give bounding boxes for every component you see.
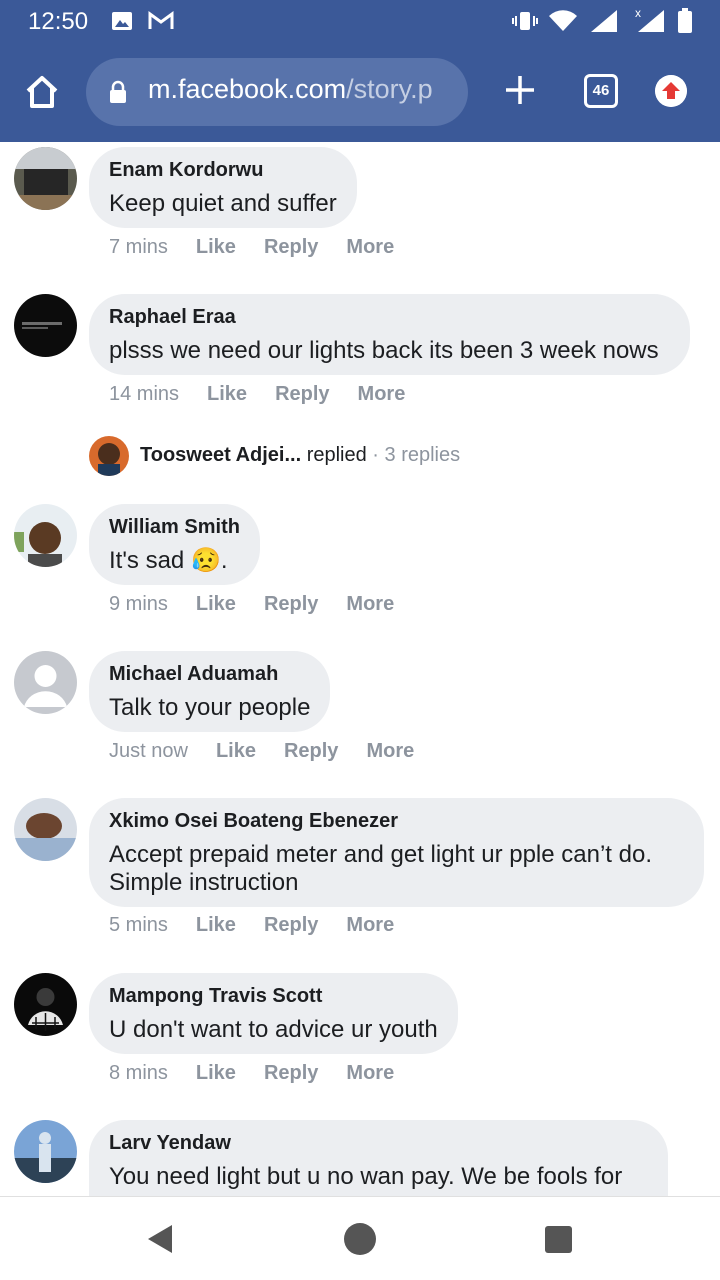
browser-toolbar: m.facebook.com/story.p 46	[0, 42, 720, 142]
like-button[interactable]: Like	[216, 740, 256, 762]
comment-time[interactable]: Just now	[109, 740, 188, 762]
comment-actions: 14 mins Like Reply More	[109, 383, 433, 406]
comment-actions: 8 mins Like Reply More	[109, 1062, 422, 1085]
comment-text: U don't want to advice ur youth	[109, 1016, 438, 1043]
comment-author[interactable]: Michael Aduamah	[109, 662, 310, 686]
signal-x-icon: x	[635, 6, 664, 32]
avatar[interactable]	[14, 1120, 77, 1183]
more-button[interactable]: More	[346, 1062, 394, 1084]
address-bar[interactable]: m.facebook.com/story.p	[86, 58, 468, 126]
comment-text: It's sad 😥.	[109, 547, 228, 574]
url-text[interactable]: m.facebook.com/story.p	[148, 74, 458, 105]
avatar[interactable]	[14, 504, 77, 567]
avatar[interactable]	[14, 294, 77, 357]
battery-icon	[678, 8, 692, 33]
recents-icon[interactable]	[545, 1226, 572, 1253]
more-button[interactable]: More	[346, 914, 394, 936]
more-button[interactable]: More	[366, 740, 414, 762]
comment-author[interactable]: Enam Kordorwu	[109, 158, 337, 182]
avatar[interactable]	[14, 973, 77, 1036]
like-button[interactable]: Like	[207, 383, 247, 405]
more-button[interactable]: More	[358, 383, 406, 405]
reply-button[interactable]: Reply	[264, 593, 318, 615]
avatar[interactable]	[14, 147, 77, 210]
avatar	[89, 436, 129, 476]
status-bar: 12:50 x	[0, 0, 720, 42]
comment-text: You need light but u no wan pay. We be f…	[109, 1163, 623, 1190]
comment-bubble: Raphael Eraa plsss we need our lights ba…	[89, 294, 690, 375]
new-tab-icon[interactable]	[500, 70, 540, 110]
update-arrow-icon[interactable]	[655, 75, 687, 107]
signal-icon	[591, 10, 617, 32]
comment-actions: 9 mins Like Reply More	[109, 593, 422, 616]
comment-bubble: William Smith It's sad 😥.	[89, 504, 260, 585]
reply-button[interactable]: Reply	[264, 236, 318, 258]
comment-author[interactable]: Raphael Eraa	[109, 305, 670, 329]
reply-button[interactable]: Reply	[284, 740, 338, 762]
comment-author[interactable]: Larv Yendaw	[109, 1131, 648, 1155]
back-icon[interactable]	[146, 1223, 174, 1255]
comment-text: plsss we need our lights back its been 3…	[109, 337, 659, 364]
replies-count: · 3 replies	[366, 444, 461, 466]
reply-button[interactable]: Reply	[275, 383, 329, 405]
comment-time[interactable]: 9 mins	[109, 593, 168, 615]
comment-bubble: Enam Kordorwu Keep quiet and suffer	[89, 147, 357, 228]
comment-text: Talk to your people	[109, 694, 311, 721]
image-icon	[112, 12, 132, 30]
tab-switcher-button[interactable]: 46	[584, 74, 618, 108]
comment-time[interactable]: 7 mins	[109, 236, 168, 258]
wifi-icon	[549, 10, 577, 31]
replies-text: Toosweet Adjei... replied · 3 replies	[140, 444, 460, 467]
comment-author[interactable]: Mampong Travis Scott	[109, 984, 438, 1008]
lock-icon	[110, 80, 126, 103]
home-icon[interactable]	[22, 72, 62, 112]
comments-list: Enam Kordorwu Keep quiet and suffer 7 mi…	[0, 142, 720, 1196]
reply-button[interactable]: Reply	[264, 914, 318, 936]
like-button[interactable]: Like	[196, 914, 236, 936]
status-time: 12:50	[28, 8, 89, 35]
comment-time[interactable]: 5 mins	[109, 914, 168, 936]
comment-actions: 5 mins Like Reply More	[109, 914, 422, 937]
comment-author[interactable]: William Smith	[109, 515, 240, 539]
replier-name: Toosweet Adjei...	[140, 444, 302, 466]
comment-bubble: Mampong Travis Scott U don't want to adv…	[89, 973, 458, 1054]
comment-time[interactable]: 14 mins	[109, 383, 179, 405]
comment-bubble: Michael Aduamah Talk to your people	[89, 651, 331, 732]
url-host: m.facebook.com	[148, 74, 347, 104]
svg-text:x: x	[635, 6, 641, 20]
comment-time[interactable]: 8 mins	[109, 1062, 168, 1084]
avatar[interactable]	[14, 651, 77, 714]
system-nav-bar	[0, 1196, 720, 1280]
comment-text: Accept prepaid meter and get light ur pp…	[109, 841, 652, 896]
vibrate-icon	[512, 12, 538, 30]
comment-bubble: Larv Yendaw You need light but u no wan …	[89, 1120, 668, 1196]
like-button[interactable]: Like	[196, 236, 236, 258]
comment-bubble: Xkimo Osei Boateng Ebenezer Accept prepa…	[89, 798, 704, 907]
comment-actions: 7 mins Like Reply More	[109, 236, 422, 259]
avatar[interactable]	[14, 798, 77, 861]
comment-author[interactable]: Xkimo Osei Boateng Ebenezer	[109, 809, 684, 833]
home-nav-icon[interactable]	[344, 1223, 376, 1255]
more-button[interactable]: More	[346, 593, 394, 615]
reply-button[interactable]: Reply	[264, 1062, 318, 1084]
url-path: /story.p	[346, 74, 433, 104]
like-button[interactable]: Like	[196, 593, 236, 615]
replied-label: replied	[301, 444, 367, 466]
comment-actions: Just now Like Reply More	[109, 740, 442, 763]
comment-text: Keep quiet and suffer	[109, 190, 337, 217]
like-button[interactable]: Like	[196, 1062, 236, 1084]
more-button[interactable]: More	[346, 236, 394, 258]
gmail-icon	[148, 11, 174, 29]
